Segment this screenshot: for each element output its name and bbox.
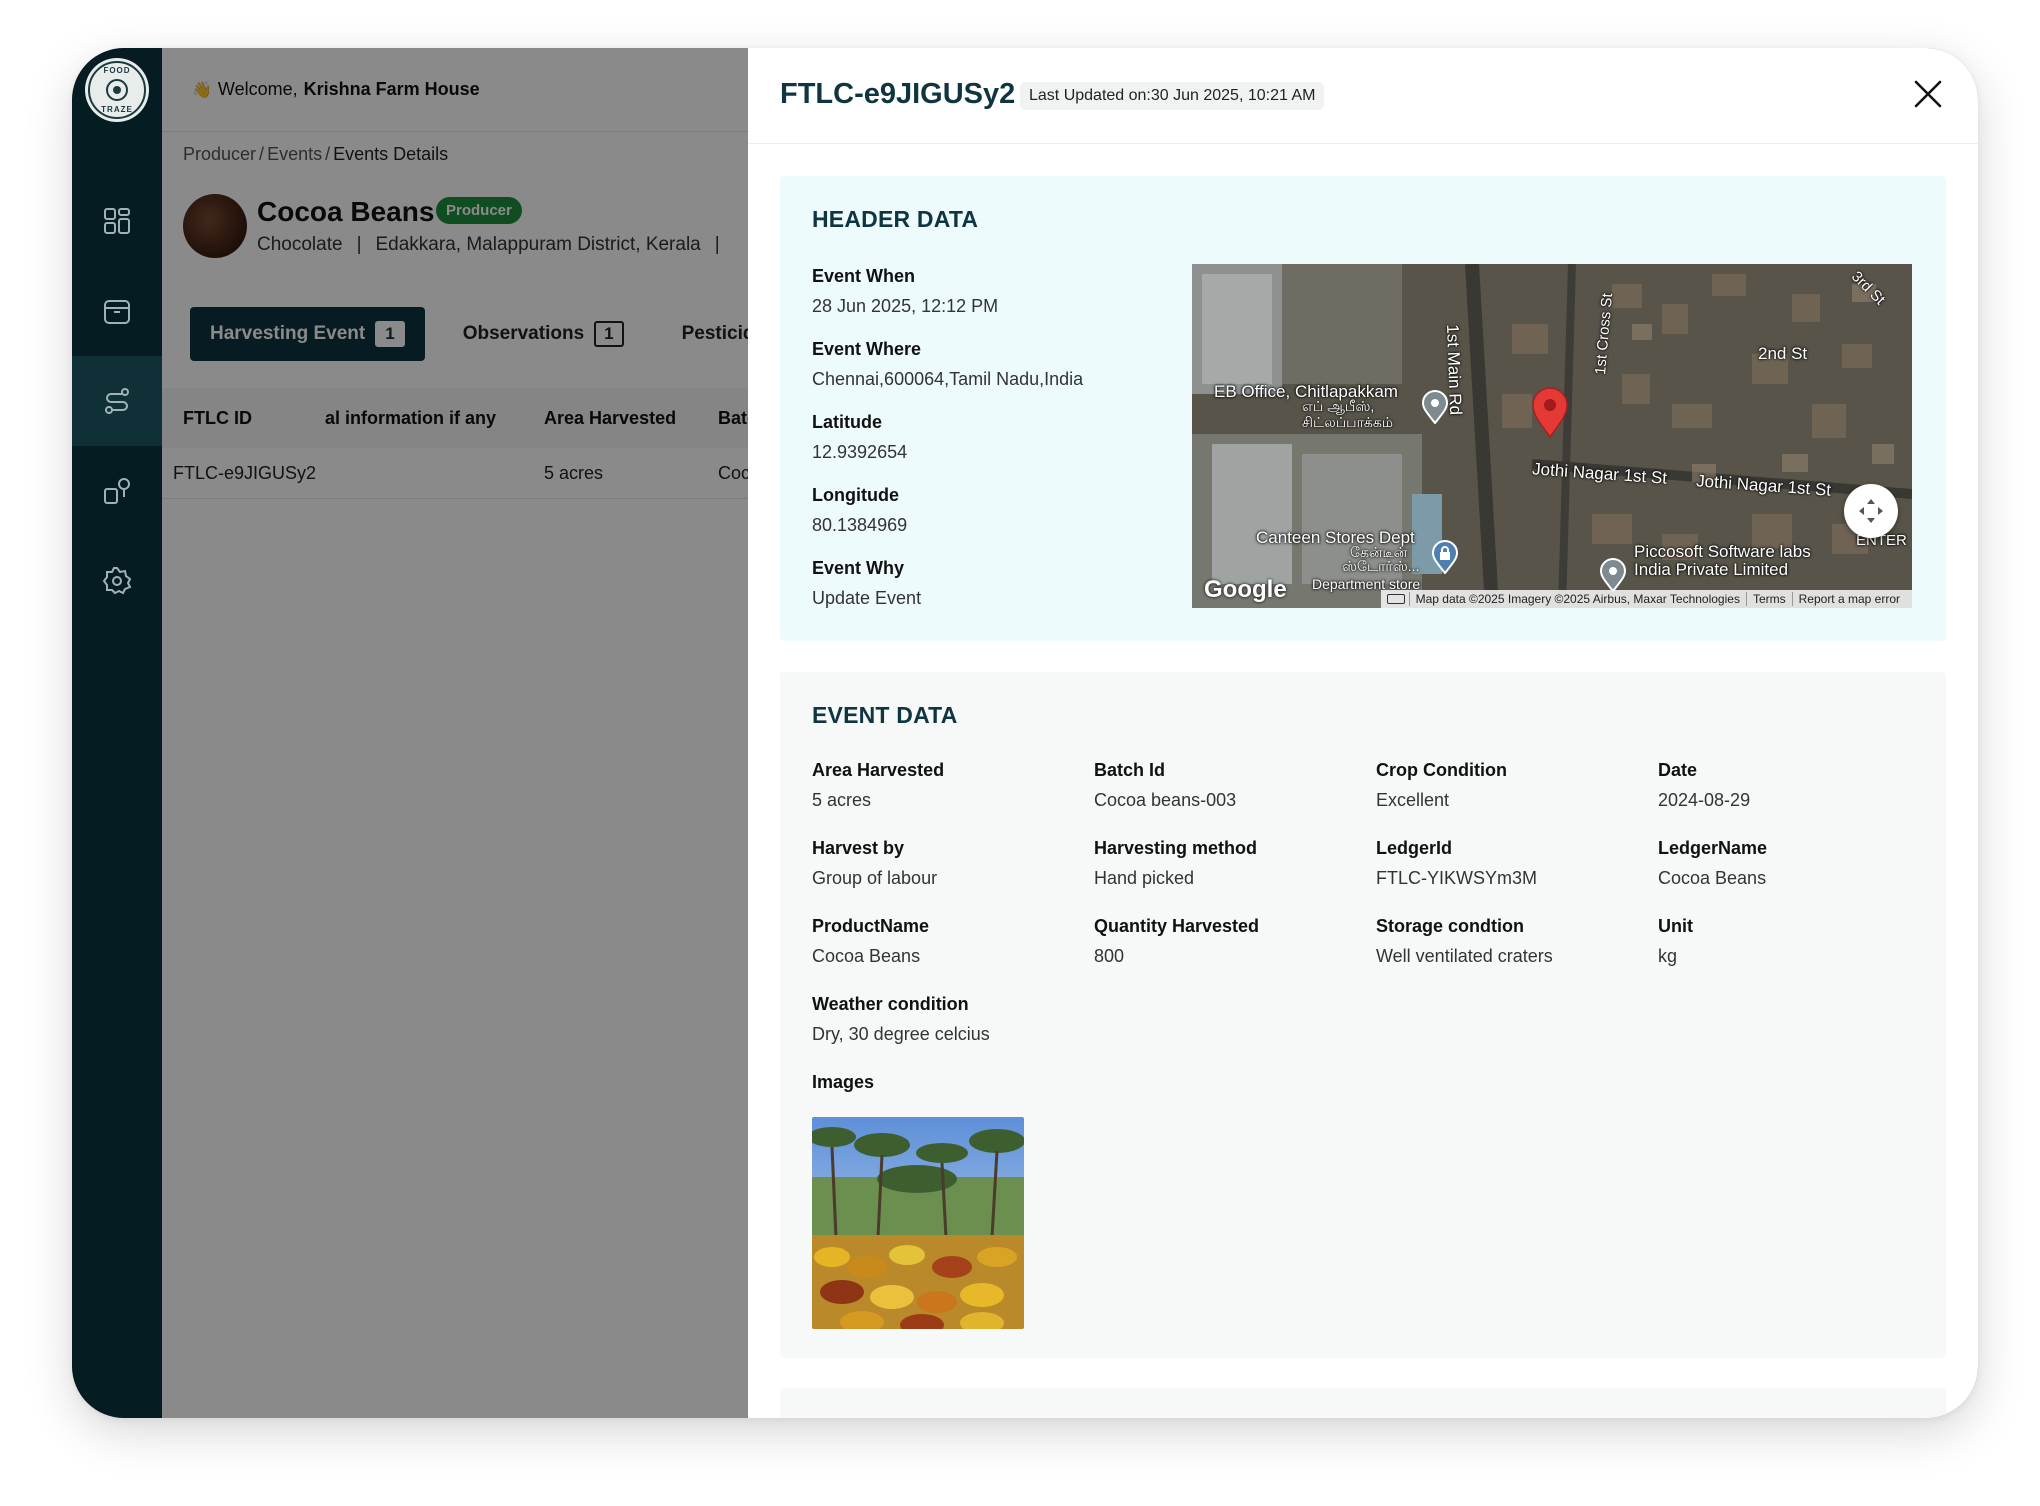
lock-poi-icon[interactable] [1430, 540, 1460, 579]
field-label: Harvest by [812, 838, 905, 858]
field-event-when: Event When 28 Jun 2025, 12:12 PM [812, 266, 998, 317]
field-batch-id: Batch Id Cocoa beans-003 [1094, 760, 1236, 811]
field-label: Date [1658, 760, 1698, 780]
field-value: 12.9392654 [812, 442, 908, 462]
field-ledger-name: LedgerName Cocoa Beans [1658, 838, 1767, 889]
field-label: ProductName [812, 916, 930, 936]
map-label-eb-office-ta2: சிட்லப்பாக்கம் [1302, 414, 1394, 430]
field-product-name: ProductName Cocoa Beans [812, 916, 929, 967]
field-label: Quantity Harvested [1094, 916, 1260, 936]
field-harvesting-method: Harvesting method Hand picked [1094, 838, 1257, 889]
field-value: Cocoa Beans [1658, 868, 1767, 888]
field-latitude: Latitude 12.9392654 [812, 412, 907, 463]
device-frame: FOOD TRAZE 👋 Welcome, Krishna Farm House [72, 48, 1978, 1418]
settings-icon[interactable] [72, 536, 162, 626]
field-value: 28 Jun 2025, 12:12 PM [812, 296, 999, 316]
header-data-card: HEADER DATA Event When 28 Jun 2025, 12:1… [780, 176, 1946, 641]
product-icon[interactable] [72, 446, 162, 536]
field-label: Crop Condition [1376, 760, 1507, 780]
field-value: FTLC-YIKWSYm3M [1376, 868, 1538, 888]
drawer-title: FTLC-e9JIGUSy2 [780, 78, 1016, 110]
field-event-why: Event Why Update Event [812, 558, 921, 609]
field-label: LedgerName [1658, 838, 1768, 858]
harvest-image-thumbnail[interactable] [812, 1117, 1024, 1329]
map-terms-link[interactable]: Terms [1745, 592, 1792, 606]
field-event-where: Event Where Chennai,600064,Tamil Nadu,In… [812, 339, 1083, 390]
event-location-map[interactable]: EB Office, Chitlapakkam எப் ஆபீஸ், சிட்ல… [1192, 264, 1912, 608]
keyboard-icon[interactable] [1386, 594, 1405, 604]
field-label: Storage condtion [1376, 916, 1524, 936]
field-value: kg [1658, 946, 1678, 966]
field-unit: Unit kg [1658, 916, 1693, 967]
field-area-harvested: Area Harvested 5 acres [812, 760, 944, 811]
google-logo: Google [1204, 576, 1287, 603]
field-label: Event Where [812, 339, 922, 359]
field-label: Weather condition [812, 994, 969, 1014]
field-label: Unit [1658, 916, 1693, 936]
field-storage-condition: Storage condtion Well ventilated craters [1376, 916, 1553, 967]
close-icon[interactable] [1908, 74, 1948, 114]
map-label-piccosoft-2: India Private Limited [1634, 560, 1789, 579]
map-label-piccosoft: Piccosoft Software labs [1634, 542, 1811, 561]
field-label: Event Why [812, 558, 905, 578]
map-label-canteen-ta2: ஸ்டோர்ஸ்... [1342, 558, 1420, 574]
field-longitude: Longitude 80.1384969 [812, 485, 907, 536]
last-updated-badge: Last Updated on:30 Jun 2025, 10:21 AM [1020, 82, 1325, 110]
header-data-title: HEADER DATA [812, 206, 979, 232]
field-label: Area Harvested [812, 760, 945, 780]
route-icon[interactable] [72, 356, 162, 446]
field-value: Excellent [1376, 790, 1450, 810]
field-label: LedgerId [1376, 838, 1453, 858]
field-value: 800 [1094, 946, 1125, 966]
field-value: 80.1384969 [812, 515, 908, 535]
map-pin-icon[interactable] [1530, 386, 1570, 443]
field-value: Update Event [812, 588, 922, 608]
sidebar: FOOD TRAZE [72, 48, 162, 1418]
field-value: Chennai,600064,Tamil Nadu,India [812, 369, 1084, 389]
field-quantity-harvested: Quantity Harvested 800 [1094, 916, 1259, 967]
field-crop-condition: Crop Condition Excellent [1376, 760, 1507, 811]
field-label: Latitude [812, 412, 882, 432]
map-data-text: Map data ©2025 Imagery ©2025 Airbus, Max… [1408, 592, 1746, 606]
next-section-card [780, 1388, 1946, 1418]
field-value: 2024-08-29 [1658, 790, 1751, 810]
map-label-second-st: 2nd St [1758, 344, 1808, 363]
field-label: Images [812, 1072, 875, 1092]
field-harvest-by: Harvest by Group of labour [812, 838, 937, 889]
field-label: Harvesting method [1094, 838, 1258, 858]
event-details-drawer: FTLC-e9JIGUSy2 Last Updated on:30 Jun 20… [748, 48, 1978, 1418]
dashboard-icon[interactable] [72, 176, 162, 266]
field-value: Group of labour [812, 868, 938, 888]
field-value: Cocoa beans-003 [1094, 790, 1237, 810]
app-logo[interactable]: FOOD TRAZE [85, 58, 149, 122]
field-date: Date 2024-08-29 [1658, 760, 1750, 811]
event-data-title: EVENT DATA [812, 702, 958, 728]
fullscreen-icon[interactable] [1844, 484, 1898, 538]
field-ledger-id: LedgerId FTLC-YIKWSYm3M [1376, 838, 1537, 889]
field-value: 5 acres [812, 790, 872, 810]
package-icon[interactable] [72, 266, 162, 356]
field-value: Dry, 30 degree celcius [812, 1024, 990, 1044]
field-label: Event When [812, 266, 916, 286]
map-report-link[interactable]: Report a map error [1791, 592, 1906, 606]
field-label: Batch Id [1094, 760, 1166, 780]
field-value: Cocoa Beans [812, 946, 921, 966]
field-value: Well ventilated craters [1376, 946, 1553, 966]
map-attribution: Map data ©2025 Imagery ©2025 Airbus, Max… [1380, 590, 1912, 608]
field-images: Images [812, 1072, 874, 1093]
field-label: Longitude [812, 485, 899, 505]
field-value: Hand picked [1094, 868, 1195, 888]
poi-marker-icon[interactable] [1420, 390, 1450, 429]
drawer-header: FTLC-e9JIGUSy2 Last Updated on:30 Jun 20… [748, 48, 1978, 144]
event-data-card: EVENT DATA Area Harvested 5 acres Batch … [780, 672, 1946, 1358]
field-weather-condition: Weather condition Dry, 30 degree celcius [812, 994, 990, 1045]
